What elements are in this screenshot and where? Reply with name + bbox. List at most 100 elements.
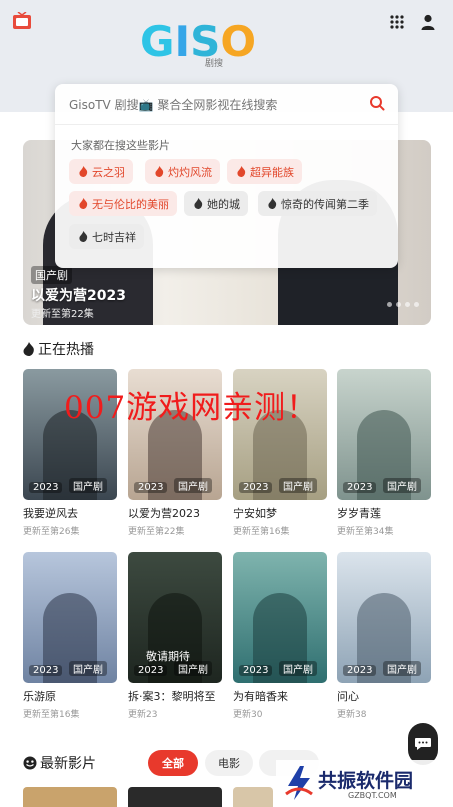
genre-badge: 国产剧 (69, 661, 107, 676)
card-title: 以爱为营2023 (128, 507, 200, 520)
latest-poster[interactable] (128, 787, 222, 807)
genre-badge: 国产剧 (279, 478, 317, 493)
flame-icon (79, 198, 88, 209)
search-panel: 大家都在搜这些影片 云之羽 灼灼风流 超异能族 无与伦比的美丽 她的城 惊奇的传… (55, 84, 398, 268)
card-title: 问心 (337, 690, 359, 703)
card-update: 更新至第16集 (23, 710, 80, 720)
carousel-dots[interactable] (387, 302, 419, 307)
year-badge: 2023 (343, 482, 377, 493)
chat-bubble-icon (415, 738, 431, 750)
card-title: 拆·案3：黎明将至 (128, 690, 216, 703)
brand-name: 共振软件园 (318, 770, 414, 792)
card-title: 我要逆风去 (23, 507, 78, 520)
flame-icon (268, 198, 277, 209)
latest-title: 最新影片 (23, 753, 96, 773)
card-update: 更新至第16集 (233, 527, 290, 537)
hot-search-title: 大家都在搜这些影片 (71, 139, 170, 152)
video-card[interactable]: 2023 国产剧 岁岁青莲 更新至第34集 (337, 369, 431, 537)
hot-chip[interactable]: 惊奇的传闻第二季 (258, 191, 377, 216)
flame-icon (194, 198, 203, 209)
carousel-dot[interactable] (405, 302, 410, 307)
hot-chip[interactable]: 云之羽 (69, 159, 133, 184)
genre-badge: 国产剧 (279, 661, 317, 676)
chip-label: 超异能族 (250, 165, 294, 179)
poster-image: 敬请期待 2023 国产剧 (128, 552, 222, 683)
card-update: 更新至第34集 (337, 527, 394, 537)
card-title: 岁岁青莲 (337, 507, 381, 520)
chat-button[interactable] (408, 723, 438, 765)
genre-badge: 国产剧 (383, 661, 421, 676)
year-badge: 2023 (239, 482, 273, 493)
card-title: 为有暗香来 (233, 690, 288, 703)
card-title: 乐游原 (23, 690, 56, 703)
flame-icon (79, 166, 88, 177)
flame-icon (155, 166, 164, 177)
year-badge: 2023 (343, 665, 377, 676)
card-update: 更新23 (128, 710, 158, 720)
year-badge: 2023 (29, 665, 63, 676)
hot-chip[interactable]: 超异能族 (227, 159, 302, 184)
chip-label: 云之羽 (92, 165, 125, 179)
genre-badge: 国产剧 (174, 661, 212, 676)
hot-chip[interactable]: 她的城 (184, 191, 248, 216)
poster-image: 2023 国产剧 (23, 552, 117, 683)
video-card[interactable]: 敬请期待 2023 国产剧 拆·案3：黎明将至 更新23 (128, 552, 222, 720)
search-icon[interactable] (369, 95, 385, 111)
flame-icon (23, 342, 34, 356)
video-card[interactable]: 2023 国产剧 问心 更新38 (337, 552, 431, 720)
year-badge: 2023 (134, 665, 168, 676)
hot-chip[interactable]: 无与伦比的美丽 (69, 191, 177, 216)
chip-label: 七时吉祥 (92, 230, 136, 244)
carousel-dot[interactable] (414, 302, 419, 307)
year-badge: 2023 (239, 665, 273, 676)
tab-all[interactable]: 全部 (148, 750, 198, 776)
chip-label: 无与伦比的美丽 (92, 197, 169, 211)
latest-poster[interactable] (23, 787, 117, 807)
grid-menu-icon[interactable] (390, 15, 404, 29)
tab-movie[interactable]: 电影 (205, 750, 253, 776)
poster-image: 2023 国产剧 (233, 552, 327, 683)
card-update: 更新38 (337, 710, 367, 720)
video-card[interactable]: 2023 国产剧 乐游原 更新至第16集 (23, 552, 117, 720)
hot-chip[interactable]: 七时吉祥 (69, 224, 144, 249)
genre-badge: 国产剧 (69, 478, 107, 493)
carousel-dot[interactable] (387, 302, 392, 307)
user-icon[interactable] (421, 14, 435, 30)
divider (55, 124, 398, 125)
section-label: 最新影片 (40, 756, 96, 772)
card-update: 更新至第22集 (128, 527, 185, 537)
banner-title: 以爱为营2023 (31, 288, 126, 304)
search-input[interactable] (69, 94, 359, 116)
flame-icon (237, 166, 246, 177)
genre-badge: 国产剧 (174, 478, 212, 493)
carousel-dot[interactable] (396, 302, 401, 307)
tv-icon[interactable] (12, 12, 32, 30)
section-label: 正在热播 (38, 342, 94, 358)
chip-label: 惊奇的传闻第二季 (281, 197, 369, 211)
brand-watermark: 共振软件园 GZBQT.COM (276, 760, 453, 807)
card-update: 更新至第26集 (23, 527, 80, 537)
poster-image: 2023 国产剧 (337, 552, 431, 683)
video-card[interactable]: 2023 国产剧 为有暗香来 更新30 (233, 552, 327, 720)
latest-poster[interactable] (233, 787, 273, 807)
flame-icon (79, 231, 88, 242)
logo-subtitle: 剧搜 (205, 59, 224, 69)
hot-chip[interactable]: 灼灼风流 (145, 159, 220, 184)
card-update: 更新30 (233, 710, 263, 720)
emoji-icon (23, 756, 37, 770)
now-playing-title: 正在热播 (23, 339, 94, 359)
app-logo: GISO (140, 17, 256, 64)
year-badge: 2023 (134, 482, 168, 493)
banner-subtitle: 更新至第22集 (31, 309, 94, 320)
brand-logo-icon (285, 766, 313, 800)
chip-label: 灼灼风流 (168, 165, 212, 179)
svg-text:GISO: GISO (140, 17, 256, 64)
chip-label: 她的城 (207, 197, 240, 211)
watermark-text: 007游戏网亲测！ (64, 390, 319, 426)
year-badge: 2023 (29, 482, 63, 493)
brand-url: GZBQT.COM (348, 791, 397, 800)
card-title: 宁安如梦 (233, 507, 277, 520)
genre-badge: 国产剧 (383, 478, 421, 493)
poster-image: 2023 国产剧 (337, 369, 431, 500)
banner-tag: 国产剧 (31, 266, 72, 284)
